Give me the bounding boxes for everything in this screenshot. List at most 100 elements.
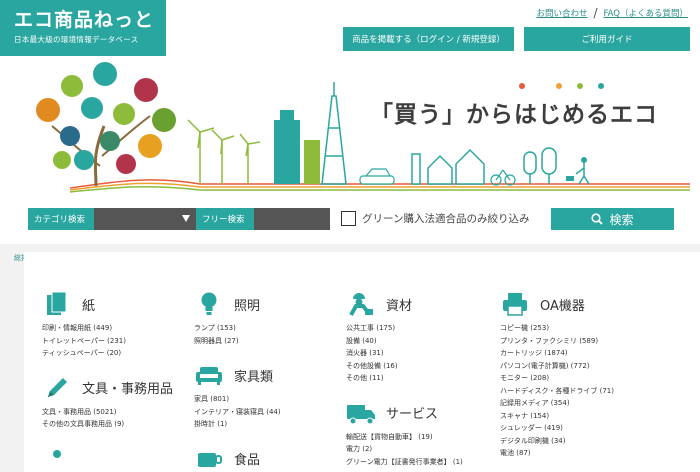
truck-icon [346,399,376,427]
register-product-button[interactable]: 商品を掲載する（ログイン / 新規登録） [343,27,514,51]
category-stationery: 文具・事務用品 文具・事務用品 (5021) その他の文具事務用品 (9) [42,374,192,431]
category-search-label: カテゴリ検索 [28,208,94,230]
category-header[interactable]: サービス [346,399,496,427]
category-link[interactable]: 記録用メディア (354) [500,397,650,410]
dropdown-arrow-icon [182,215,190,222]
sofa-bubble-icon [53,151,71,169]
category-link[interactable]: モニター (208) [500,372,650,385]
free-search-label: フリー検索 [196,208,254,230]
category-header[interactable]: 照明 [194,290,344,318]
category-services: サービス 輸配送【貨物自動車】 (19) 電力 (2) グリーン電力【証書発行事… [346,399,496,469]
bulb-bubble-icon [93,62,117,86]
print-bubble-icon [152,108,176,132]
category-card: 紙 印刷・情報用紙 (449) トイレットペーパー (231) ティッシュペーパ… [24,252,700,472]
paper-bubble-icon [138,134,162,158]
category-oa: OA機器 コピー機 (253) プリンタ・ファクシミリ (589) カートリッジ… [500,290,650,460]
truck-bubble-icon [74,150,94,170]
category-link[interactable]: その他 (11) [346,372,496,385]
category-header[interactable]: 家具類 [194,361,344,389]
sofa-icon [194,361,224,389]
category-header[interactable]: 資材 [346,290,496,318]
category-link[interactable]: その他設備 (16) [346,360,496,373]
car-bubble-icon [134,78,158,102]
pen-bubble-icon [113,103,135,125]
category-lighting: 照明 ランプ (153) 照明器具 (27) [194,290,344,347]
tshirt-bubble-icon [116,154,136,174]
category-header [42,445,192,472]
monitor-bubble-icon [60,126,80,146]
person-icon [42,445,72,472]
worker-icon [346,290,376,318]
category-link[interactable]: 掛時計 (1) [194,418,344,431]
category-link[interactable]: ティッシュペーパー (20) [42,347,192,360]
category-link[interactable]: 印刷・情報用紙 (449) [42,322,192,335]
category-name: 文具・事務用品 [82,382,174,397]
search-bar: カテゴリ検索 フリー検索 グリーン購入法適合品のみ絞り込み 検索 [0,208,700,232]
category-name: 紙 [82,298,96,314]
site-logo[interactable]: エコ商品ねっと 日本最大級の環境情報データベース [0,0,166,56]
free-search-input[interactable] [254,208,330,230]
category-header[interactable]: OA機器 [500,290,650,318]
category-link[interactable]: グリーン電力【証書発行事業者】 (1) [346,456,496,469]
category-header[interactable]: 食品 [194,445,344,472]
category-link[interactable]: 電力 (2) [346,443,496,456]
category-link[interactable]: その他の文具事務用品 (9) [42,418,192,431]
category-column-4: OA機器 コピー機 (253) プリンタ・ファクシミリ (589) カートリッジ… [500,290,650,472]
green-filter-label[interactable]: グリーン購入法適合品のみ絞り込み [362,211,529,226]
category-link[interactable]: スキャナ (154) [500,410,650,423]
category-link[interactable]: デジタル印刷機 (34) [500,435,650,448]
category-header[interactable]: 文具・事務用品 [42,374,192,402]
category-name: サービス [386,407,439,422]
category-name: OA機器 [540,298,585,314]
category-link[interactable]: トイレットペーパー (231) [42,335,192,348]
category-dropdown[interactable] [94,208,196,230]
category-name: 照明 [234,298,261,314]
category-link[interactable]: 照明器具 (27) [194,335,344,348]
site-title: エコ商品ねっと [14,9,155,31]
printer-icon [500,290,530,318]
bulb-icon [194,290,224,318]
site-subtitle: 日本最大級の環境情報データベース [14,35,139,44]
green-filter-checkbox[interactable] [341,211,356,226]
category-link[interactable]: プリンタ・ファクシミリ (589) [500,335,650,348]
category-name: 家具類 [234,369,274,385]
category-link[interactable]: 消火器 (31) [346,347,496,360]
category-link[interactable]: 文具・事務用品 (5021) [42,406,192,419]
desk-bubble-icon [100,131,120,151]
paper-icon [42,290,72,318]
category-link[interactable]: インテリア・寝装寝具 (44) [194,406,344,419]
category-name: 食品 [234,453,261,468]
category-column-2: 照明 ランプ (153) 照明器具 (27) 家具類 家具 (801) インテリ… [194,290,344,472]
hero-banner: 「買う」からはじめるエコ [0,56,700,200]
main-area: 総掲載件数： 13511 件 紙 印刷・情報用紙 (449) トイレットペーパー… [0,244,700,472]
contact-link[interactable]: お問い合わせ [536,7,587,19]
category-link[interactable]: ハードディスク・各種ドライブ (71) [500,385,650,398]
category-materials: 資材 公共工事 (175) 設備 (40) 消火器 (31) その他設備 (16… [346,290,496,385]
category-partial [42,445,192,472]
search-button[interactable]: 検索 [551,208,674,230]
category-link[interactable]: 電池 (87) [500,447,650,460]
category-furniture: 家具類 家具 (801) インテリア・寝装寝具 (44) 掛時計 (1) [194,361,344,431]
category-food: 食品 [194,445,344,472]
hero-slogan: 「買う」からはじめるエコ [370,102,658,128]
user-guide-button[interactable]: ご利用ガイド [524,27,690,51]
category-link[interactable]: カートリッジ (1874) [500,347,650,360]
category-link[interactable]: 家具 (801) [194,393,344,406]
bottle-bubble-icon [61,75,83,97]
search-icon [591,213,604,225]
category-link[interactable]: 輸配送【貨物自動車】 (19) [346,431,496,444]
pen-icon [42,374,72,402]
category-link[interactable]: シュレッダー (419) [500,422,650,435]
book-bubble-icon [81,97,103,119]
category-link[interactable]: パソコン(電子計算機) (772) [500,360,650,373]
worker-bubble-icon [36,98,60,122]
category-link[interactable]: 設備 (40) [346,335,496,348]
category-link[interactable]: コピー機 (253) [500,322,650,335]
faq-link[interactable]: FAQ（よくある質問） [604,7,688,19]
category-name: 資材 [386,298,413,314]
category-link[interactable]: 公共工事 (175) [346,322,496,335]
top-links: お問い合わせ / FAQ（よくある質問） [536,6,688,20]
category-link[interactable]: ランプ (153) [194,322,344,335]
search-button-label: 検索 [609,212,634,227]
category-header[interactable]: 紙 [42,290,192,318]
